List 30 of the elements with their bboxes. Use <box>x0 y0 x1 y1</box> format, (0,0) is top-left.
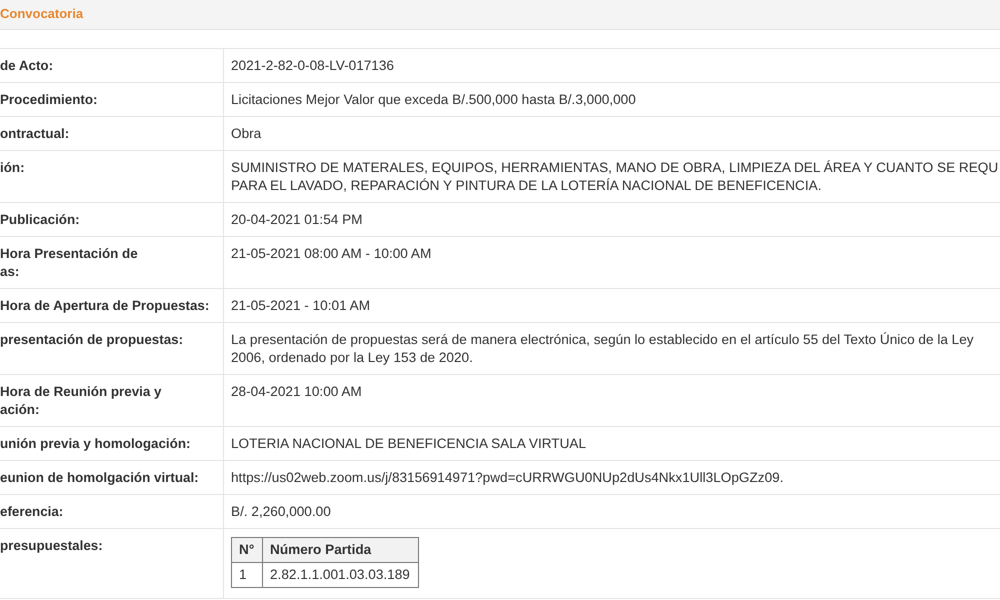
field-label: Hora de Reunión previa y ación: <box>0 383 162 419</box>
field-value: Obra <box>231 125 262 143</box>
table-cell: 2.82.1.1.001.03.03.189 <box>262 562 418 588</box>
field-value: 21-05-2021 08:00 AM - 10:00 AM <box>231 245 432 263</box>
field-label: eferencia: <box>0 503 64 521</box>
column-header: N° <box>232 538 262 562</box>
field-label: Procedimiento: <box>0 91 98 109</box>
field-value: 2021-2-82-0-08-LV-017136 <box>231 57 394 75</box>
field-label: Hora Presentación de as: <box>0 245 138 281</box>
field-label: Publicación: <box>0 211 80 229</box>
field-label: eunion de homolgación virtual: <box>0 469 199 487</box>
field-value: 21-05-2021 - 10:01 AM <box>231 297 370 315</box>
field-label: unión previa y homologación: <box>0 435 190 453</box>
field-value: Licitaciones Mejor Valor que exceda B/.500,000 hasta B/.3,000,000 <box>231 91 636 109</box>
field-value: 28-04-2021 10:00 AM <box>231 383 362 401</box>
field-value: 20-04-2021 01:54 PM <box>231 211 362 229</box>
column-header: Número Partida <box>262 538 418 562</box>
field-value: https://us02web.zoom.us/j/83156914971?pwd=cURRWGU0NUp2dUs4Nkx1Ull3LOpGZz09. <box>231 469 784 487</box>
field-value: LOTERIA NACIONAL DE BENEFICENCIA SALA VIRTUAL <box>231 435 586 453</box>
field-label: de Acto: <box>0 57 54 75</box>
field-value: SUMINISTRO DE MATERALES, EQUIPOS, HERRAMIENTAS, MANO DE OBRA, LIMPIEZA DEL ÁREA Y CUANTO SE REQU PARA EL LAVADO, REPARACIÓN Y PINTURA DE LA LOTERÍA NACIONAL DE BENEFICENCIA. <box>231 159 998 195</box>
field-label: presupuestales: <box>0 537 103 555</box>
field-value: B/. 2,260,000.00 <box>231 503 331 521</box>
field-value: La presentación de propuestas será de manera electrónica, según lo establecido en el artículo 55 del Texto Único de la Ley 2006, ordenado por la Ley 153 de 2020. <box>231 331 974 367</box>
field-label: ontractual: <box>0 125 70 143</box>
field-label: presentación de propuestas: <box>0 331 184 349</box>
field-label: ión: <box>0 159 25 177</box>
field-label: Hora de Apertura de Propuestas: <box>0 297 210 315</box>
table-cell: 1 <box>232 562 262 588</box>
section-title: Convocatoria <box>0 6 84 22</box>
